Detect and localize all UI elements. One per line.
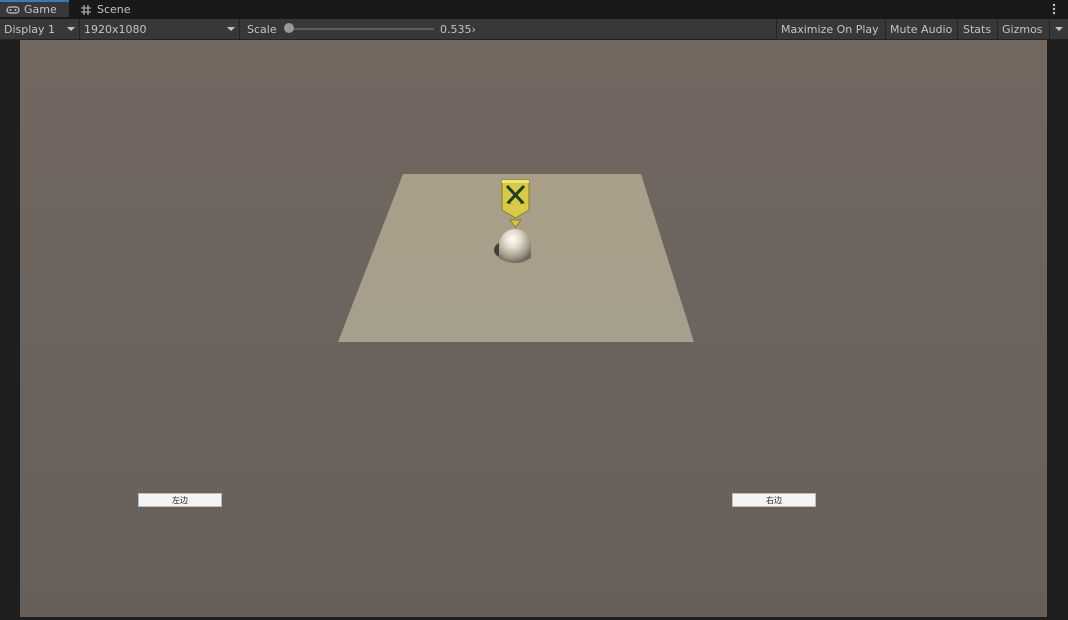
gizmos-dropdown[interactable]: [1050, 19, 1068, 39]
gizmos-label: Gizmos: [1002, 22, 1043, 36]
stats-label: Stats: [963, 22, 992, 36]
mute-audio-label: Mute Audio: [890, 22, 953, 36]
left-button-label: 左边: [172, 495, 188, 505]
grid-icon: [79, 4, 93, 16]
more-options-icon[interactable]: [1046, 1, 1062, 17]
maximize-on-play-label: Maximize On Play: [781, 22, 879, 36]
right-button-label: 右边: [766, 495, 782, 505]
window-tab-bar: Game Scene: [0, 0, 1068, 19]
tab-scene[interactable]: Scene: [79, 0, 139, 19]
display-dropdown-label: Display 1: [4, 22, 56, 36]
scene-render: [338, 174, 694, 342]
scale-slider-handle[interactable]: [284, 23, 294, 33]
game-view-toolbar: Display 1 1920x1080 Scale 0.535› Maximiz…: [0, 19, 1068, 40]
gamepad-icon: [6, 4, 20, 16]
scale-value: 0.535›: [440, 22, 476, 36]
chevron-down-icon: [67, 27, 75, 31]
stats-toggle[interactable]: Stats: [958, 19, 998, 39]
mute-audio-toggle[interactable]: Mute Audio: [886, 19, 958, 39]
maximize-on-play-toggle[interactable]: Maximize On Play: [776, 19, 886, 39]
display-dropdown[interactable]: Display 1: [0, 19, 80, 39]
tab-game-label: Game: [24, 3, 57, 16]
resolution-dropdown-label: 1920x1080: [84, 22, 147, 36]
scale-slider-track[interactable]: [290, 28, 434, 30]
resolution-dropdown[interactable]: 1920x1080: [80, 19, 240, 39]
chevron-down-icon: [227, 27, 235, 31]
gizmos-toggle[interactable]: Gizmos: [998, 19, 1050, 39]
right-button[interactable]: 右边: [732, 493, 816, 507]
player-sphere: [499, 229, 531, 263]
tab-scene-label: Scene: [97, 3, 131, 16]
left-button[interactable]: 左边: [138, 493, 222, 507]
chevron-down-icon: [1055, 27, 1063, 31]
game-viewport[interactable]: 左边 右边: [20, 40, 1047, 617]
tab-game[interactable]: Game: [0, 0, 69, 17]
scale-label: Scale: [247, 22, 277, 36]
